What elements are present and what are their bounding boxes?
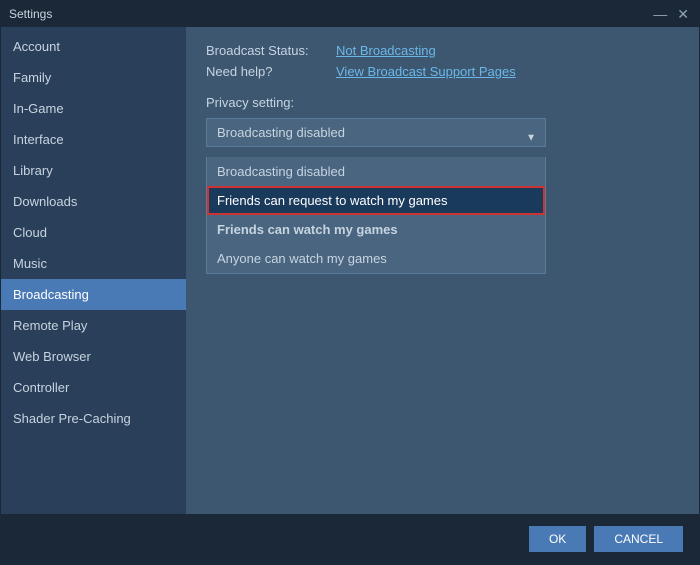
privacy-dropdown-selected[interactable]: Broadcasting disabled ▼ [206, 118, 546, 147]
sidebar: Account Family In-Game Interface Library… [1, 27, 186, 514]
cancel-button[interactable]: CANCEL [594, 526, 683, 552]
sidebar-item-account[interactable]: Account [1, 31, 186, 62]
option-anyone-watch[interactable]: Anyone can watch my games [207, 244, 545, 273]
content-area: Broadcast Status: Not Broadcasting Need … [186, 27, 699, 514]
view-broadcast-support-link[interactable]: View Broadcast Support Pages [336, 64, 516, 79]
privacy-dropdown-container: Broadcasting disabled ▼ Broadcasting dis… [206, 118, 546, 157]
sidebar-item-interface[interactable]: Interface [1, 124, 186, 155]
broadcast-status-row: Broadcast Status: Not Broadcasting [206, 43, 679, 58]
sidebar-item-controller[interactable]: Controller [1, 372, 186, 403]
privacy-setting-label: Privacy setting: [206, 95, 679, 110]
sidebar-item-family[interactable]: Family [1, 62, 186, 93]
sidebar-item-in-game[interactable]: In-Game [1, 93, 186, 124]
dropdown-arrow-icon: ▼ [526, 132, 536, 143]
window-title: Settings [9, 7, 52, 21]
footer: OK CANCEL [1, 514, 699, 564]
broadcast-status-label: Broadcast Status: [206, 43, 336, 58]
sidebar-item-music[interactable]: Music [1, 248, 186, 279]
sidebar-item-shader-pre-caching[interactable]: Shader Pre-Caching [1, 403, 186, 434]
sidebar-item-web-browser[interactable]: Web Browser [1, 341, 186, 372]
sidebar-item-broadcasting[interactable]: Broadcasting [1, 279, 186, 310]
sidebar-item-cloud[interactable]: Cloud [1, 217, 186, 248]
title-bar: Settings — ✕ [1, 1, 699, 27]
sidebar-item-downloads[interactable]: Downloads [1, 186, 186, 217]
close-button[interactable]: ✕ [675, 6, 691, 23]
privacy-dropdown-list: Broadcasting disabled Friends can reques… [206, 157, 546, 274]
settings-window: Settings — ✕ Account Family In-Game Inte… [0, 0, 700, 565]
ok-button[interactable]: OK [529, 526, 586, 552]
broadcast-status-value[interactable]: Not Broadcasting [336, 43, 436, 58]
need-help-row: Need help? View Broadcast Support Pages [206, 64, 679, 79]
option-friends-request[interactable]: Friends can request to watch my games [207, 186, 545, 215]
minimize-button[interactable]: — [651, 6, 669, 23]
title-bar-controls: — ✕ [651, 6, 691, 23]
sidebar-item-library[interactable]: Library [1, 155, 186, 186]
option-broadcasting-disabled[interactable]: Broadcasting disabled [207, 157, 545, 186]
main-content: Account Family In-Game Interface Library… [1, 27, 699, 514]
sidebar-item-remote-play[interactable]: Remote Play [1, 310, 186, 341]
option-friends-watch[interactable]: Friends can watch my games [207, 215, 545, 244]
need-help-label: Need help? [206, 64, 336, 79]
dropdown-selected-text: Broadcasting disabled [217, 125, 345, 140]
